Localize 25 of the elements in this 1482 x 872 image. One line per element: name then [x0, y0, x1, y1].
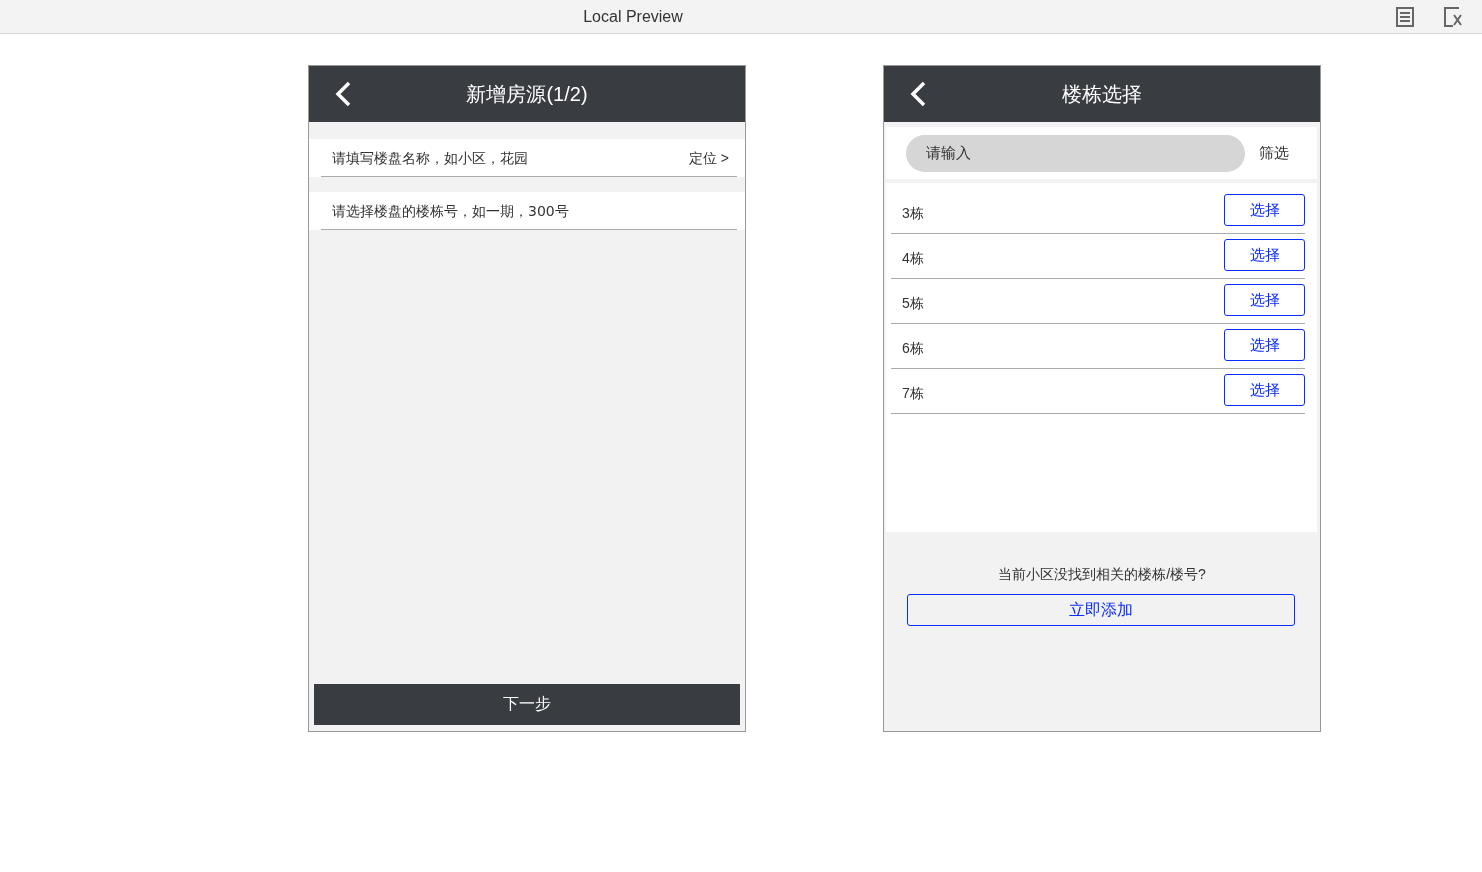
select-button[interactable]: 选择 — [1224, 284, 1305, 316]
search-field[interactable]: 请输入 — [906, 134, 1245, 172]
building-name: 7栋 — [902, 384, 924, 403]
prompt-text: 当前小区没找到相关的楼栋/楼号? — [997, 566, 1207, 584]
back-icon[interactable] — [908, 80, 928, 108]
building-name: 6栋 — [902, 339, 924, 358]
building-name: 3栋 — [902, 204, 924, 223]
select-button[interactable]: 选择 — [1224, 374, 1305, 406]
building-name: 4栋 — [902, 249, 924, 268]
select-button[interactable]: 选择 — [1224, 194, 1305, 226]
screen-title: 楼栋选择 — [1061, 81, 1143, 107]
select-button[interactable]: 选择 — [1224, 329, 1305, 361]
formula-icon[interactable] — [1444, 6, 1464, 27]
building-name: 5栋 — [902, 294, 924, 313]
list-icon[interactable] — [1396, 6, 1414, 27]
back-icon[interactable] — [333, 80, 353, 108]
input-field[interactable]: 请填写楼盘名称，如小区，花园 — [321, 140, 689, 177]
select-button[interactable]: 选择 — [1224, 239, 1305, 271]
add-button[interactable]: 立即添加 — [907, 594, 1295, 626]
screen-title: 新增房源(1/2) — [465, 81, 589, 107]
window-title: Local Preview — [582, 7, 684, 26]
filter-link[interactable]: 筛选 — [1259, 143, 1289, 163]
locate-link[interactable]: 定位 > — [688, 140, 737, 177]
form-field[interactable]: 请填写楼盘名称，如小区，花园 定位 > — [309, 139, 745, 177]
next-button[interactable]: 下一步 — [314, 684, 740, 725]
